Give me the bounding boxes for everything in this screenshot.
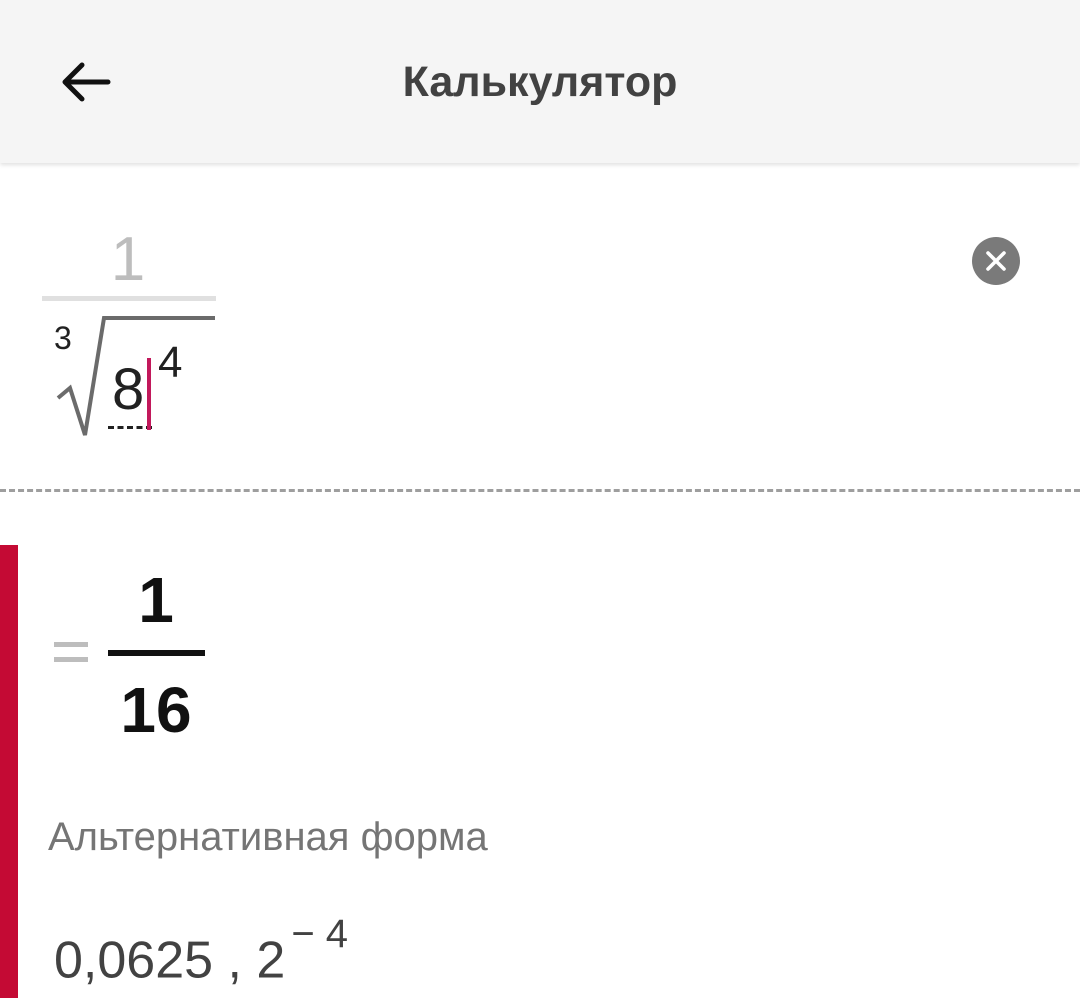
result-fraction-line [108, 650, 205, 656]
expression-numerator: 1 [110, 225, 146, 294]
expression-fraction-line [42, 296, 216, 301]
alternative-power-exponent: − 4 [291, 912, 349, 956]
page-title: Калькулятор [402, 58, 678, 106]
app-bar: Калькулятор [0, 0, 1080, 163]
alternative-form-values: 0,0625 , 2− 4 [54, 912, 348, 990]
alternative-form-label: Альтернативная форма [48, 815, 488, 859]
radicand: 8 [112, 357, 145, 422]
result-denominator: 16 [120, 674, 192, 746]
expression-input[interactable]: 1 3 8 4 [40, 220, 340, 450]
root-index: 3 [54, 320, 72, 356]
expression-exponent: 4 [158, 338, 183, 387]
alternative-power-base: 2 [256, 931, 286, 990]
alternative-decimal: 0,0625 [54, 931, 214, 990]
radicand-placeholder-underline [108, 426, 152, 429]
input-result-divider [0, 489, 1080, 492]
clear-button[interactable] [972, 237, 1020, 285]
equals-sign [54, 642, 88, 672]
result-numerator: 1 [138, 564, 174, 636]
close-circle-icon [986, 251, 1006, 271]
text-cursor [147, 358, 151, 430]
alternative-separator: , [213, 931, 257, 990]
result-accent-bar [0, 545, 18, 998]
